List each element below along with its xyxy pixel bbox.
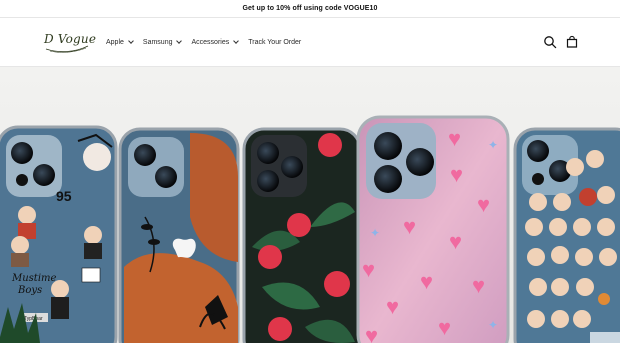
chevron-down-icon [176, 38, 183, 44]
case-text-boys: Boys [17, 285, 42, 296]
case-blue-characters: 95 Mustime Boys TypBoar [0, 125, 118, 343]
announcement-bar: Get up to 10% off using code VOGUE10 [0, 0, 620, 18]
nav-label: Samsung [142, 39, 173, 46]
logo-text: D Vogue [44, 32, 97, 46]
heart-icon: ♥ [450, 162, 463, 187]
heart-icon: ♥ [448, 126, 461, 151]
site-header: D Vogue Apple Samsung Accessories Track … [0, 18, 620, 67]
heart-icon: ♥ [362, 257, 375, 282]
case-black-hibiscus [242, 127, 362, 343]
main-nav: Apple Samsung Accessories Track Your Ord… [106, 18, 311, 67]
nav-label: Accessories [191, 39, 230, 46]
case-pink-hearts: ♥ ♥ ♥ ♥ ♥ ♥ ♥ ♥ ♥ ♥ ♥ ✦ ✦ ✦ [356, 115, 510, 343]
nav-label: Track Your Order [248, 39, 302, 46]
nav-label: Apple [106, 39, 124, 46]
heart-icon: ♥ [449, 229, 462, 254]
chevron-down-icon [128, 38, 134, 44]
heart-icon: ♥ [403, 214, 416, 239]
heart-icon: ♥ [386, 294, 399, 319]
heart-icon: ♥ [438, 315, 451, 340]
search-icon[interactable] [543, 35, 557, 49]
case-text-number: 95 [56, 188, 72, 204]
hero-image: 95 Mustime Boys TypBoar ♥ ♥ ♥ ♥ ♥ ♥ ♥ ♥ … [0, 115, 620, 343]
case-blue-faces [513, 127, 620, 343]
heart-icon: ♥ [477, 192, 490, 217]
heart-icon: ♥ [420, 269, 433, 294]
sparkle-icon: ✦ [488, 138, 498, 152]
nav-item-samsung[interactable]: Samsung [142, 38, 183, 46]
case-text-mustime: Mustime [11, 273, 57, 284]
logo[interactable]: D Vogue [40, 28, 96, 56]
heart-icon: ♥ [472, 273, 485, 298]
nav-item-apple[interactable]: Apple [106, 38, 134, 46]
heart-icon: ♥ [365, 323, 378, 343]
chevron-down-icon [233, 38, 240, 44]
sparkle-icon: ✦ [370, 226, 380, 240]
sparkle-icon: ✦ [488, 318, 498, 332]
hero-banner[interactable]: 95 Mustime Boys TypBoar ♥ ♥ ♥ ♥ ♥ ♥ ♥ ♥ … [0, 67, 620, 343]
nav-item-track-order[interactable]: Track Your Order [248, 39, 301, 46]
nav-item-accessories[interactable]: Accessories [191, 38, 240, 46]
case-abstract-apple [118, 127, 240, 343]
announcement-text: Get up to 10% off using code VOGUE10 [242, 5, 378, 12]
cart-icon[interactable] [565, 35, 579, 49]
